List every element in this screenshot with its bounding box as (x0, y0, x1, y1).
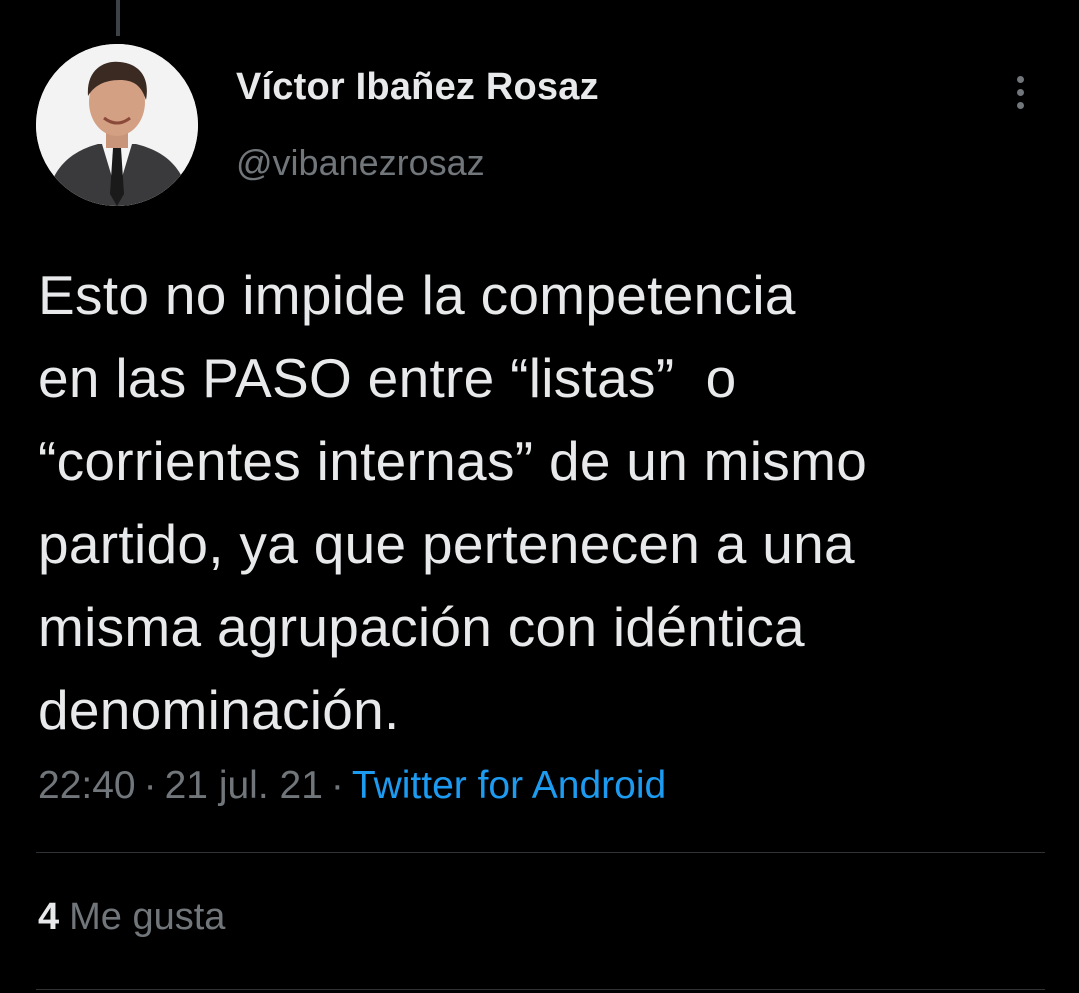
thread-connector-line (116, 0, 120, 36)
tweet-date[interactable]: 21 jul. 21 (165, 764, 323, 807)
tweet-text: Esto no impide la competencia en las PAS… (38, 264, 868, 741)
meta-separator: · (143, 764, 157, 807)
tweet-time[interactable]: 22:40 (38, 764, 136, 807)
tweet-metadata: 22:40 · 21 jul. 21 · Twitter for Android (38, 764, 666, 808)
author-handle[interactable]: @vibanezrosaz (236, 142, 485, 184)
avatar[interactable] (36, 44, 198, 206)
more-options-button[interactable] (1002, 70, 1038, 114)
divider (36, 989, 1045, 990)
more-vertical-icon (1016, 75, 1024, 83)
likes-stat[interactable]: 4 Me gusta (38, 896, 225, 939)
likes-label: Me gusta (69, 896, 226, 938)
meta-separator: · (330, 764, 344, 807)
more-vertical-icon-dot (1016, 88, 1024, 96)
author-display-name[interactable]: Víctor Ibañez Rosaz (236, 66, 599, 109)
divider (36, 852, 1045, 853)
likes-count: 4 (38, 896, 60, 938)
tweet-source-link[interactable]: Twitter for Android (352, 764, 666, 807)
more-vertical-icon-dot (1016, 101, 1024, 109)
avatar-portrait-image (36, 44, 198, 206)
